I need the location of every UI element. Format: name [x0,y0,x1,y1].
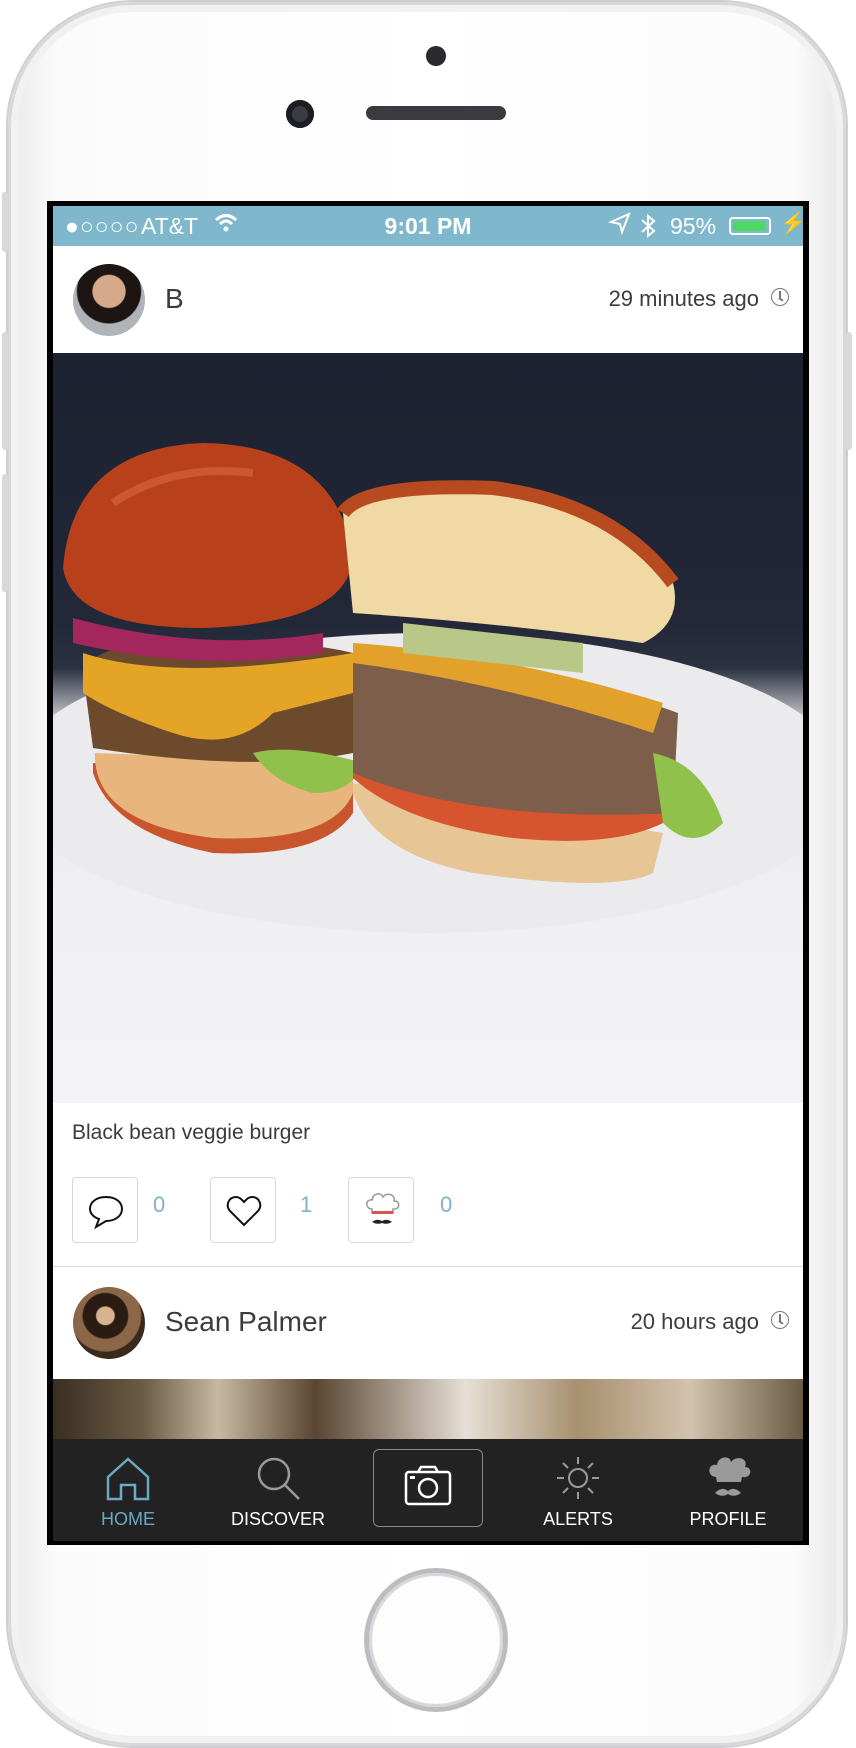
search-icon [257,1457,300,1500]
bluetooth-icon [639,213,657,245]
post-divider [53,1266,803,1267]
battery-percentage: 95% [670,213,717,239]
post-header: B 29 minutes ago [53,246,803,352]
app-screen: ●○○○○ AT&T 9:01 PM 95% ⚡ B 29 minutes ag… [53,206,803,1541]
battery-level [733,221,765,231]
chef-hat-icon [366,1193,400,1224]
post-photo[interactable] [53,1379,803,1439]
front-camera [286,100,314,128]
comment-icon [88,1195,124,1230]
clock-icon [771,288,789,306]
location-icon [607,210,632,242]
post-author[interactable]: B [165,246,184,352]
like-button[interactable] [210,1177,276,1243]
burger-photo-illustration [53,443,803,933]
tab-profile[interactable]: PROFILE [653,1439,803,1541]
screen: ●○○○○ AT&T 9:01 PM 95% ⚡ B 29 minutes ag… [47,201,809,1545]
tab-alerts-label: ALERTS [543,1509,613,1529]
status-bar: ●○○○○ AT&T 9:01 PM 95% ⚡ [53,206,803,246]
post-header: Sean Palmer 20 hours ago [53,1269,803,1375]
post-timestamp: 20 hours ago [630,1309,759,1334]
side-button [846,332,852,450]
tab-home-label: HOME [101,1509,155,1529]
camera-icon [404,1465,452,1506]
tab-discover[interactable]: DISCOVER [203,1439,353,1541]
home-button[interactable] [369,1573,503,1707]
post-author[interactable]: Sean Palmer [165,1269,327,1375]
comment-button[interactable] [72,1177,138,1243]
post-caption: Black bean veggie burger [72,1121,311,1144]
camera-button[interactable] [373,1449,483,1527]
post-photo[interactable] [53,353,803,1103]
chef-button[interactable] [348,1177,414,1243]
earpiece-speaker [366,106,506,120]
tab-profile-label: PROFILE [689,1509,767,1529]
side-button [2,474,8,592]
tab-home[interactable]: HOME [53,1439,203,1541]
profile-chef-icon [709,1457,751,1496]
like-count: 1 [300,1192,313,1217]
tab-discover-label: DISCOVER [230,1509,326,1529]
post-timestamp: 29 minutes ago [608,286,759,311]
charging-icon: ⚡ [780,212,803,235]
avatar[interactable] [73,1287,145,1359]
clock-icon [771,1311,789,1329]
proximity-sensor [426,46,446,66]
home-icon [106,1457,150,1501]
comment-count: 0 [153,1192,166,1217]
sun-icon [557,1457,599,1499]
side-button [2,332,8,450]
side-button [2,192,8,252]
heart-icon [226,1195,262,1227]
tab-alerts[interactable]: ALERTS [503,1439,653,1541]
chef-count: 0 [440,1192,453,1217]
tab-bar: HOME DISCOVER ALERTS PROFILE [53,1439,803,1541]
avatar[interactable] [73,264,145,336]
battery-icon [729,217,771,235]
